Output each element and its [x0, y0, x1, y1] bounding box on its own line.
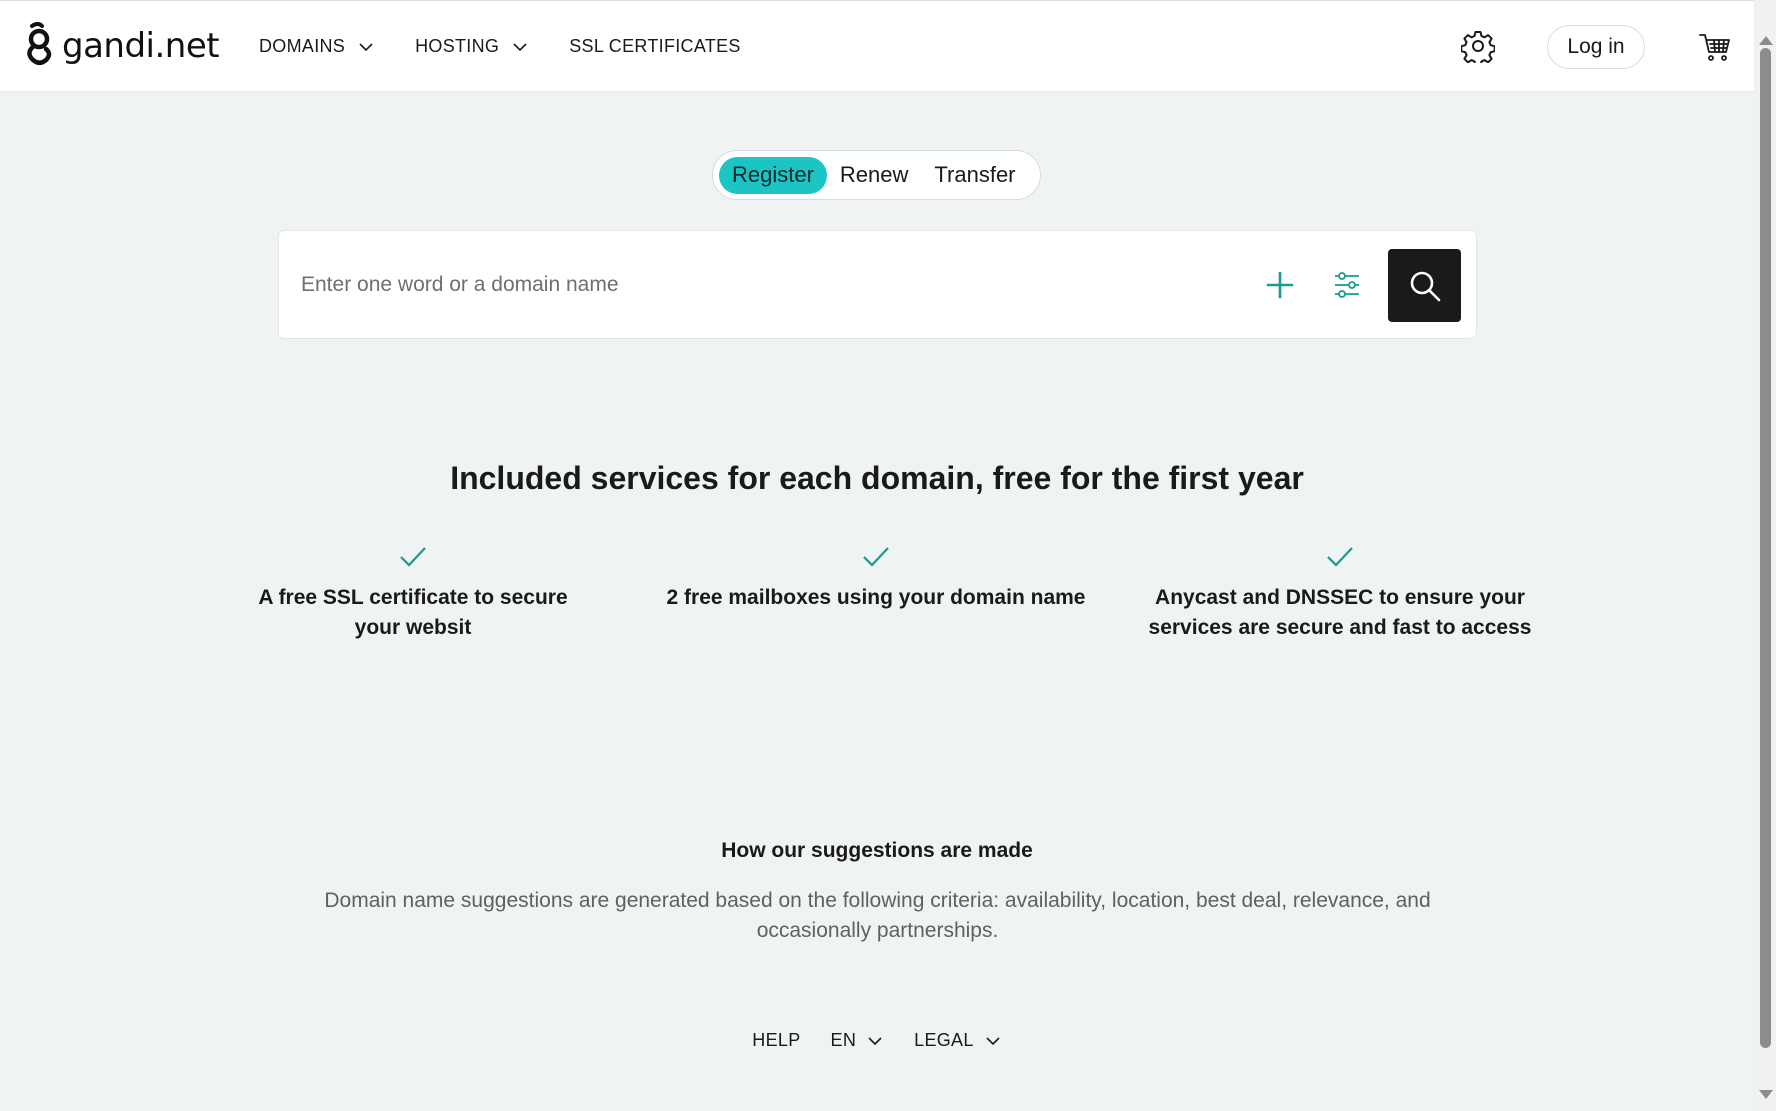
- footer-legal-label: LEGAL: [914, 1030, 974, 1050]
- check-icon: [863, 547, 889, 567]
- footer-links: HELP EN LEGAL: [0, 1030, 1754, 1051]
- services-heading: Included services for each domain, free …: [450, 460, 1304, 496]
- feature-dnssec: Anycast and DNSSEC to ensure your servic…: [1140, 545, 1540, 643]
- tab-register[interactable]: Register: [719, 156, 827, 194]
- gandi-logo-icon: [27, 22, 52, 65]
- footer-language-label: EN: [830, 1030, 857, 1050]
- gandi-logo[interactable]: gandi.net: [24, 22, 220, 70]
- main-nav: DOMAINS HOSTING SSL CERTIFICATES: [259, 1, 781, 92]
- nav-hosting-label: HOSTING: [415, 36, 500, 56]
- cart-icon[interactable]: [1698, 30, 1732, 64]
- search-icon: [1410, 271, 1440, 301]
- domain-search-box: [278, 230, 1477, 339]
- scrollbar-thumb[interactable]: [1760, 48, 1771, 1048]
- search-button[interactable]: [1388, 249, 1461, 322]
- feature-mailboxes-text: 2 free mailboxes using your domain name: [666, 586, 1086, 609]
- chevron-down-icon: [986, 1036, 1000, 1045]
- domain-action-tabs: Register Renew Transfer: [712, 150, 1041, 200]
- nav-domains-label: DOMAINS: [259, 36, 346, 56]
- login-button[interactable]: Log in: [1547, 25, 1645, 69]
- scroll-down-arrow-icon[interactable]: [1759, 1090, 1773, 1099]
- gear-icon[interactable]: [1461, 29, 1495, 63]
- logo-text: gandi.net: [62, 26, 220, 66]
- nav-ssl-label: SSL CERTIFICATES: [569, 36, 741, 56]
- top-navigation-bar: gandi.net DOMAINS HOSTING SSL CERTIFICAT…: [0, 0, 1754, 91]
- check-icon: [1327, 547, 1353, 567]
- feature-ssl-text: A free SSL certificate to secure your we…: [258, 586, 568, 639]
- suggestions-description: Domain name suggestions are generated ba…: [324, 889, 1431, 942]
- footer-legal-menu[interactable]: LEGAL: [914, 1030, 1002, 1051]
- footer-language-select[interactable]: EN: [831, 1030, 885, 1051]
- suggestions-heading: How our suggestions are made: [721, 839, 1033, 862]
- nav-domains[interactable]: DOMAINS: [259, 36, 375, 57]
- plus-icon[interactable]: [1262, 267, 1298, 303]
- tab-renew[interactable]: Renew: [827, 157, 921, 194]
- feature-mailboxes: 2 free mailboxes using your domain name: [656, 545, 1096, 613]
- nav-hosting[interactable]: HOSTING: [415, 36, 529, 57]
- chevron-down-icon: [868, 1036, 882, 1045]
- footer-help-link[interactable]: HELP: [752, 1030, 800, 1051]
- feature-ssl: A free SSL certificate to secure your we…: [243, 545, 583, 643]
- chevron-down-icon: [359, 42, 373, 51]
- footer-help-label: HELP: [752, 1030, 801, 1050]
- filter-icon[interactable]: [1329, 267, 1365, 303]
- domain-search-input[interactable]: [301, 263, 1201, 307]
- check-icon: [400, 547, 426, 567]
- tab-transfer[interactable]: Transfer: [921, 157, 1028, 194]
- nav-ssl-certificates[interactable]: SSL CERTIFICATES: [569, 36, 741, 57]
- scroll-up-arrow-icon[interactable]: [1759, 36, 1773, 45]
- feature-dnssec-text: Anycast and DNSSEC to ensure your servic…: [1148, 586, 1532, 639]
- chevron-down-icon: [513, 42, 527, 51]
